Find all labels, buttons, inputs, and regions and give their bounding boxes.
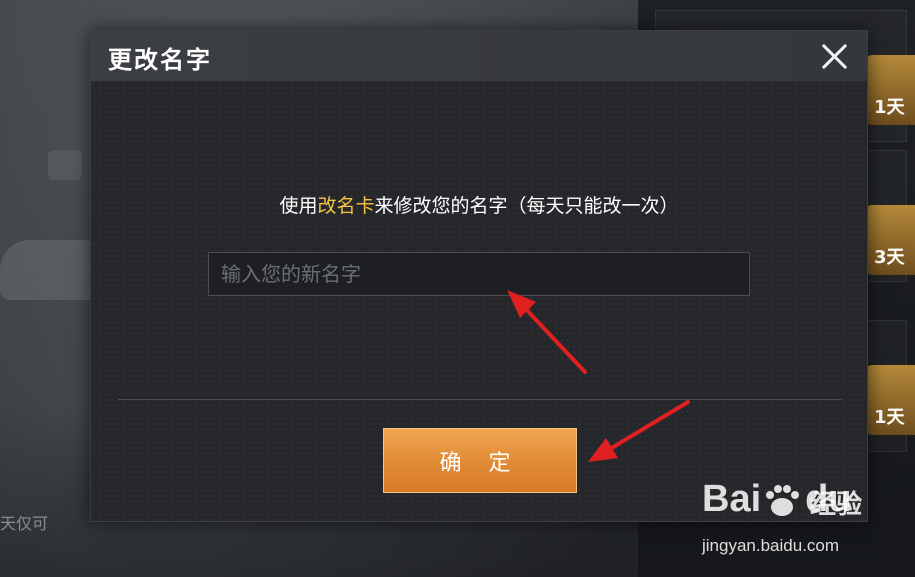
new-name-input[interactable] xyxy=(208,252,750,296)
paw-icon xyxy=(766,485,799,516)
watermark-brand: 经验 xyxy=(810,490,863,520)
close-icon[interactable] xyxy=(817,39,851,73)
instruction-prefix: 使用 xyxy=(279,195,318,217)
confirm-button[interactable]: 确 定 xyxy=(383,428,577,493)
dialog-header: 更改名字 xyxy=(91,31,867,81)
watermark-url: jingyan.baidu.com xyxy=(702,536,840,555)
item-badge-2: 3天 xyxy=(866,205,915,275)
item-badge-1: 1天 xyxy=(866,55,915,125)
instruction-text: 使用改名卡来修改您的名字（每天只能改一次） xyxy=(91,191,867,218)
baidu-jingyan-watermark: Bai du 经验 jingyan.baidu.com xyxy=(702,478,902,568)
rename-dialog: 更改名字 使用改名卡来修改您的名字（每天只能改一次） 确 定 xyxy=(90,30,868,522)
rename-card-highlight: 改名卡 xyxy=(317,195,375,217)
background-text: 天仅可 xyxy=(0,514,49,533)
instruction-suffix: 来修改您的名字（每天只能改一次） xyxy=(374,195,679,217)
background-tower xyxy=(48,150,82,180)
dialog-title: 更改名字 xyxy=(108,46,212,74)
item-badge-3: 1天 xyxy=(866,365,915,435)
divider xyxy=(118,399,842,400)
